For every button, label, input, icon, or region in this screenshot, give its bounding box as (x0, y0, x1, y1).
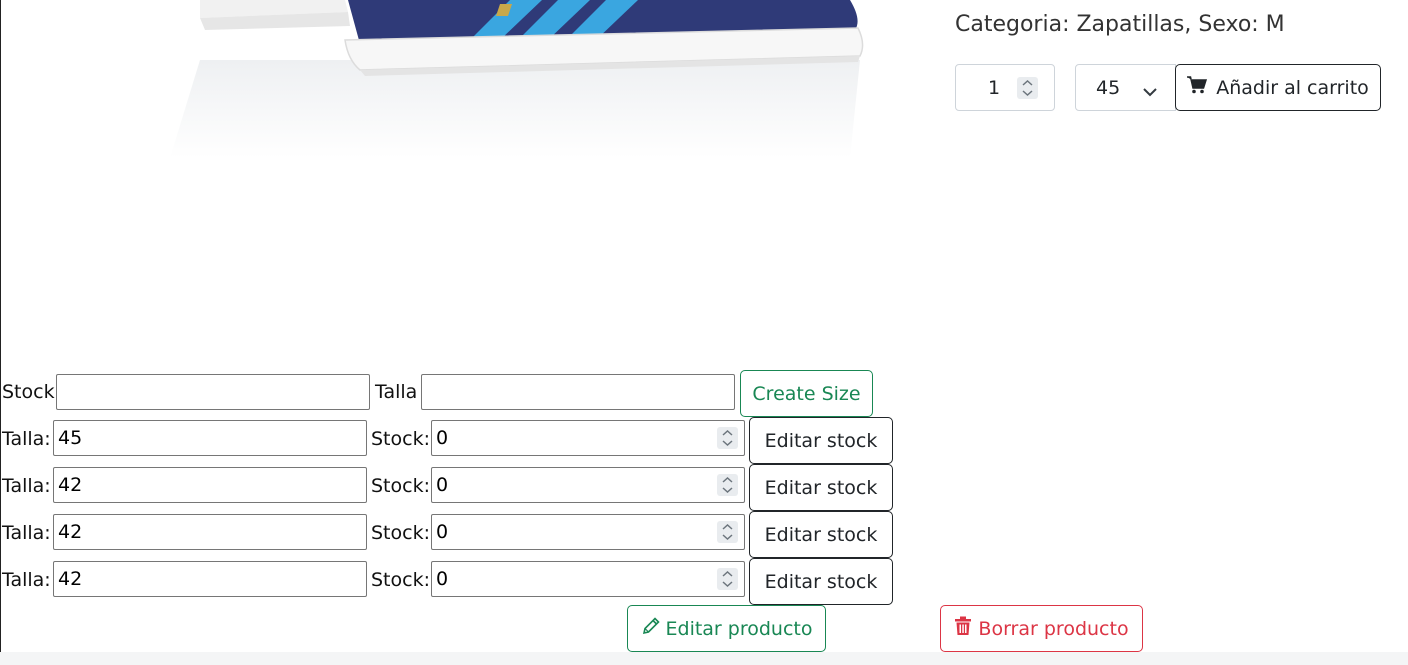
new-size-input[interactable] (421, 374, 735, 410)
size-input[interactable] (53, 514, 367, 550)
stock-input[interactable]: 0 (431, 420, 745, 456)
spinner-arrows-icon[interactable] (717, 427, 738, 449)
stock-row: Talla: Stock: 0 Editar stock (0, 511, 900, 558)
edit-product-button[interactable]: Editar producto (627, 605, 826, 652)
cart-icon (1187, 76, 1208, 99)
stock-value: 0 (436, 568, 449, 590)
edit-stock-button[interactable]: Editar stock (749, 464, 893, 511)
stock-row: Talla: Stock: 0 Editar stock (0, 464, 900, 511)
footer-band (0, 652, 1408, 665)
edit-stock-button[interactable]: Editar stock (749, 417, 893, 464)
stock-value: 0 (436, 521, 449, 543)
spinner-arrows-icon[interactable] (1017, 77, 1038, 99)
size-label: Talla: (2, 522, 51, 544)
size-label: Talla: (2, 428, 51, 450)
new-size-label: Talla (375, 381, 418, 403)
delete-product-button[interactable]: Borrar producto (940, 605, 1143, 652)
stock-input[interactable]: 0 (431, 514, 745, 550)
stock-value: 0 (436, 474, 449, 496)
stock-label: Stock: (371, 569, 430, 591)
create-size-button[interactable]: Create Size (740, 370, 873, 417)
size-input[interactable] (53, 420, 367, 456)
pencil-icon (641, 616, 661, 641)
stock-row: Talla: Stock: 0 Editar stock (0, 558, 900, 605)
stock-input[interactable]: 0 (431, 467, 745, 503)
edit-product-label: Editar producto (665, 617, 813, 640)
edit-stock-button[interactable]: Editar stock (749, 558, 893, 605)
stock-row: Talla: Stock: 0 Editar stock (0, 417, 900, 464)
trash-icon (954, 616, 972, 641)
new-stock-input[interactable] (56, 374, 370, 410)
edit-stock-button[interactable]: Editar stock (749, 511, 893, 558)
size-select-value: 45 (1096, 77, 1121, 99)
size-input[interactable] (53, 467, 367, 503)
chevron-down-icon (1143, 82, 1157, 101)
shoe-illustration (160, 0, 900, 160)
size-input[interactable] (53, 561, 367, 597)
add-to-cart-label: Añadir al carrito (1216, 76, 1369, 99)
size-select[interactable]: 45 (1075, 64, 1176, 111)
add-to-cart-button[interactable]: Añadir al carrito (1175, 64, 1381, 111)
product-category-sex: Categoria: Zapatillas, Sexo: M (955, 12, 1285, 37)
spinner-arrows-icon[interactable] (717, 521, 738, 543)
stock-label: Stock: (371, 475, 430, 497)
stock-label: Stock: (371, 522, 430, 544)
stock-input[interactable]: 0 (431, 561, 745, 597)
quantity-input[interactable]: 1 (955, 64, 1055, 111)
stock-label: Stock: (371, 428, 430, 450)
spinner-arrows-icon[interactable] (717, 568, 738, 590)
size-label: Talla: (2, 569, 51, 591)
delete-product-label: Borrar producto (978, 617, 1129, 640)
size-label: Talla: (2, 475, 51, 497)
new-stock-label: Stock (2, 381, 55, 403)
product-image (160, 0, 900, 160)
spinner-arrows-icon[interactable] (717, 474, 738, 496)
stock-value: 0 (436, 427, 449, 449)
